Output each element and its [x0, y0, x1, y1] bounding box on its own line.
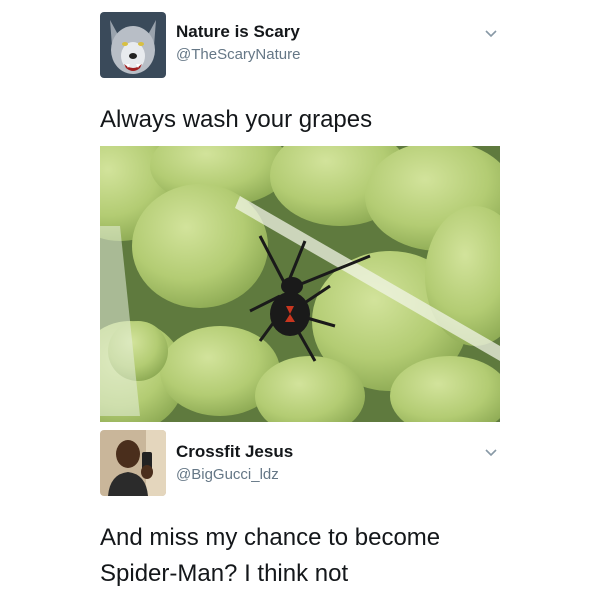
wolf-avatar-icon[interactable]: [100, 12, 166, 78]
person-avatar-icon[interactable]: [100, 430, 166, 496]
tweet-photo[interactable]: [100, 146, 500, 422]
user-handle[interactable]: @TheScaryNature: [176, 46, 300, 63]
tweet-text-line: Spider-Man? I think not: [100, 560, 349, 587]
chevron-down-icon[interactable]: [484, 446, 498, 460]
tweet-text: Always wash your grapes: [100, 106, 373, 133]
tweet-text: And miss my chance to become Spider-Man?…: [100, 520, 520, 592]
tweet-2: Crossfit Jesus @BigGucci_ldz And miss my…: [0, 430, 600, 600]
user-handle[interactable]: @BigGucci_ldz: [176, 466, 279, 483]
tweet-text-line: And miss my chance to become: [100, 524, 441, 551]
display-name[interactable]: Crossfit Jesus: [176, 442, 293, 462]
tweet-1: Nature is Scary @TheScaryNature Always w…: [0, 0, 600, 430]
display-name[interactable]: Nature is Scary: [176, 22, 300, 42]
chevron-down-icon[interactable]: [484, 27, 498, 41]
